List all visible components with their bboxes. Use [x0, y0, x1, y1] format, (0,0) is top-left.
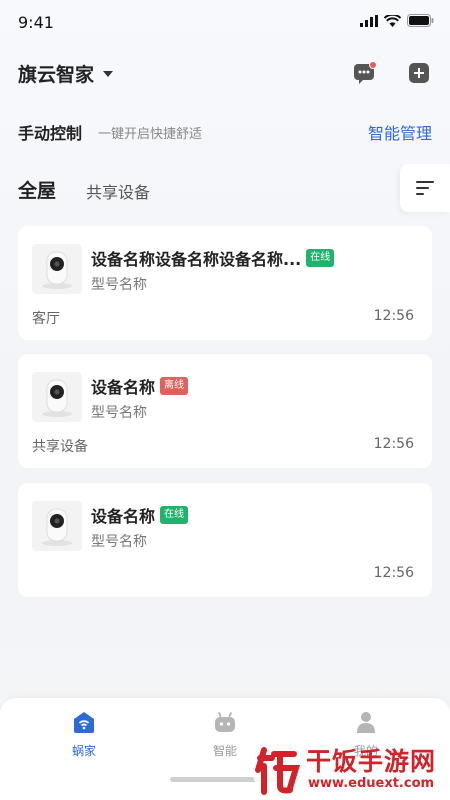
watermark-url: www.eduext.com	[308, 776, 435, 791]
device-card[interactable]: 设备名称 在线 型号名称 12:56	[18, 483, 432, 597]
home-name: 旗云智家	[18, 64, 95, 86]
caret-down-icon	[103, 70, 114, 77]
status-icons	[360, 14, 434, 27]
status-bar: 9:41	[0, 0, 450, 44]
smart-manage-link[interactable]: 智能管理	[368, 120, 432, 144]
message-icon[interactable]	[352, 60, 378, 86]
person-icon	[357, 712, 375, 733]
device-name-row: 设备名称 在线	[91, 503, 189, 527]
device-model: 型号名称	[91, 534, 147, 550]
device-card[interactable]: 设备名称设备名称设备名称... 在线 型号名称 客厅 12:56	[18, 226, 432, 340]
device-name: 设备名称设备名称设备名称...	[91, 250, 302, 269]
device-name: 设备名称	[91, 507, 156, 526]
device-room: 共享设备	[32, 439, 88, 455]
room-tabs: 全屋 共享设备	[0, 164, 450, 212]
device-card[interactable]: 设备名称 离线 型号名称 共享设备 12:56	[18, 354, 432, 468]
wifi-icon	[384, 14, 401, 27]
nav-item-home[interactable]: 蜗家	[54, 710, 114, 759]
device-time: 12:56	[373, 308, 414, 324]
quick-control-row: 手动控制 一键开启快捷舒适 智能管理	[18, 120, 432, 144]
status-badge: 离线	[160, 377, 189, 395]
tab-whole-house[interactable]: 全屋	[18, 176, 56, 203]
nav-label: 智能	[212, 744, 237, 758]
battery-icon	[407, 14, 434, 27]
sort-lines-icon	[416, 181, 434, 195]
add-icon[interactable]	[406, 60, 432, 86]
camera-thumbnail	[32, 244, 82, 294]
signal-icon	[360, 14, 378, 27]
camera-device-icon	[42, 379, 72, 417]
device-name-row: 设备名称 离线	[91, 374, 189, 398]
camera-device-icon	[42, 251, 72, 289]
device-room: 客厅	[32, 311, 60, 327]
camera-thumbnail	[32, 501, 82, 551]
camera-thumbnail	[32, 372, 82, 422]
device-time: 12:56	[373, 436, 414, 452]
watermark-name: 干饭手游网	[306, 747, 437, 776]
home-selector[interactable]: 旗云智家	[18, 60, 114, 87]
device-time: 12:56	[373, 565, 414, 581]
quick-control-subtitle: 一键开启快捷舒适	[98, 127, 203, 142]
status-time: 9:41	[18, 13, 54, 32]
nav-label: 蜗家	[71, 744, 96, 758]
camera-device-icon	[42, 508, 72, 546]
device-model: 型号名称	[91, 405, 147, 421]
tab-shared-devices[interactable]: 共享设备	[86, 179, 150, 203]
header: 旗云智家	[0, 56, 450, 92]
watermark-logo-icon	[252, 746, 301, 795]
nav-item-smart[interactable]: 智能	[195, 710, 255, 759]
watermark: 干饭手游网 www.eduext.com	[250, 740, 445, 798]
device-name: 设备名称	[91, 378, 156, 397]
status-badge: 在线	[306, 249, 335, 267]
device-model: 型号名称	[91, 277, 147, 293]
robot-icon	[215, 712, 235, 732]
home-wifi-icon	[74, 712, 94, 733]
device-name-row: 设备名称设备名称设备名称... 在线	[91, 246, 335, 270]
sort-button[interactable]	[400, 164, 450, 212]
status-badge: 在线	[160, 506, 189, 524]
quick-control-title: 手动控制	[18, 124, 83, 143]
